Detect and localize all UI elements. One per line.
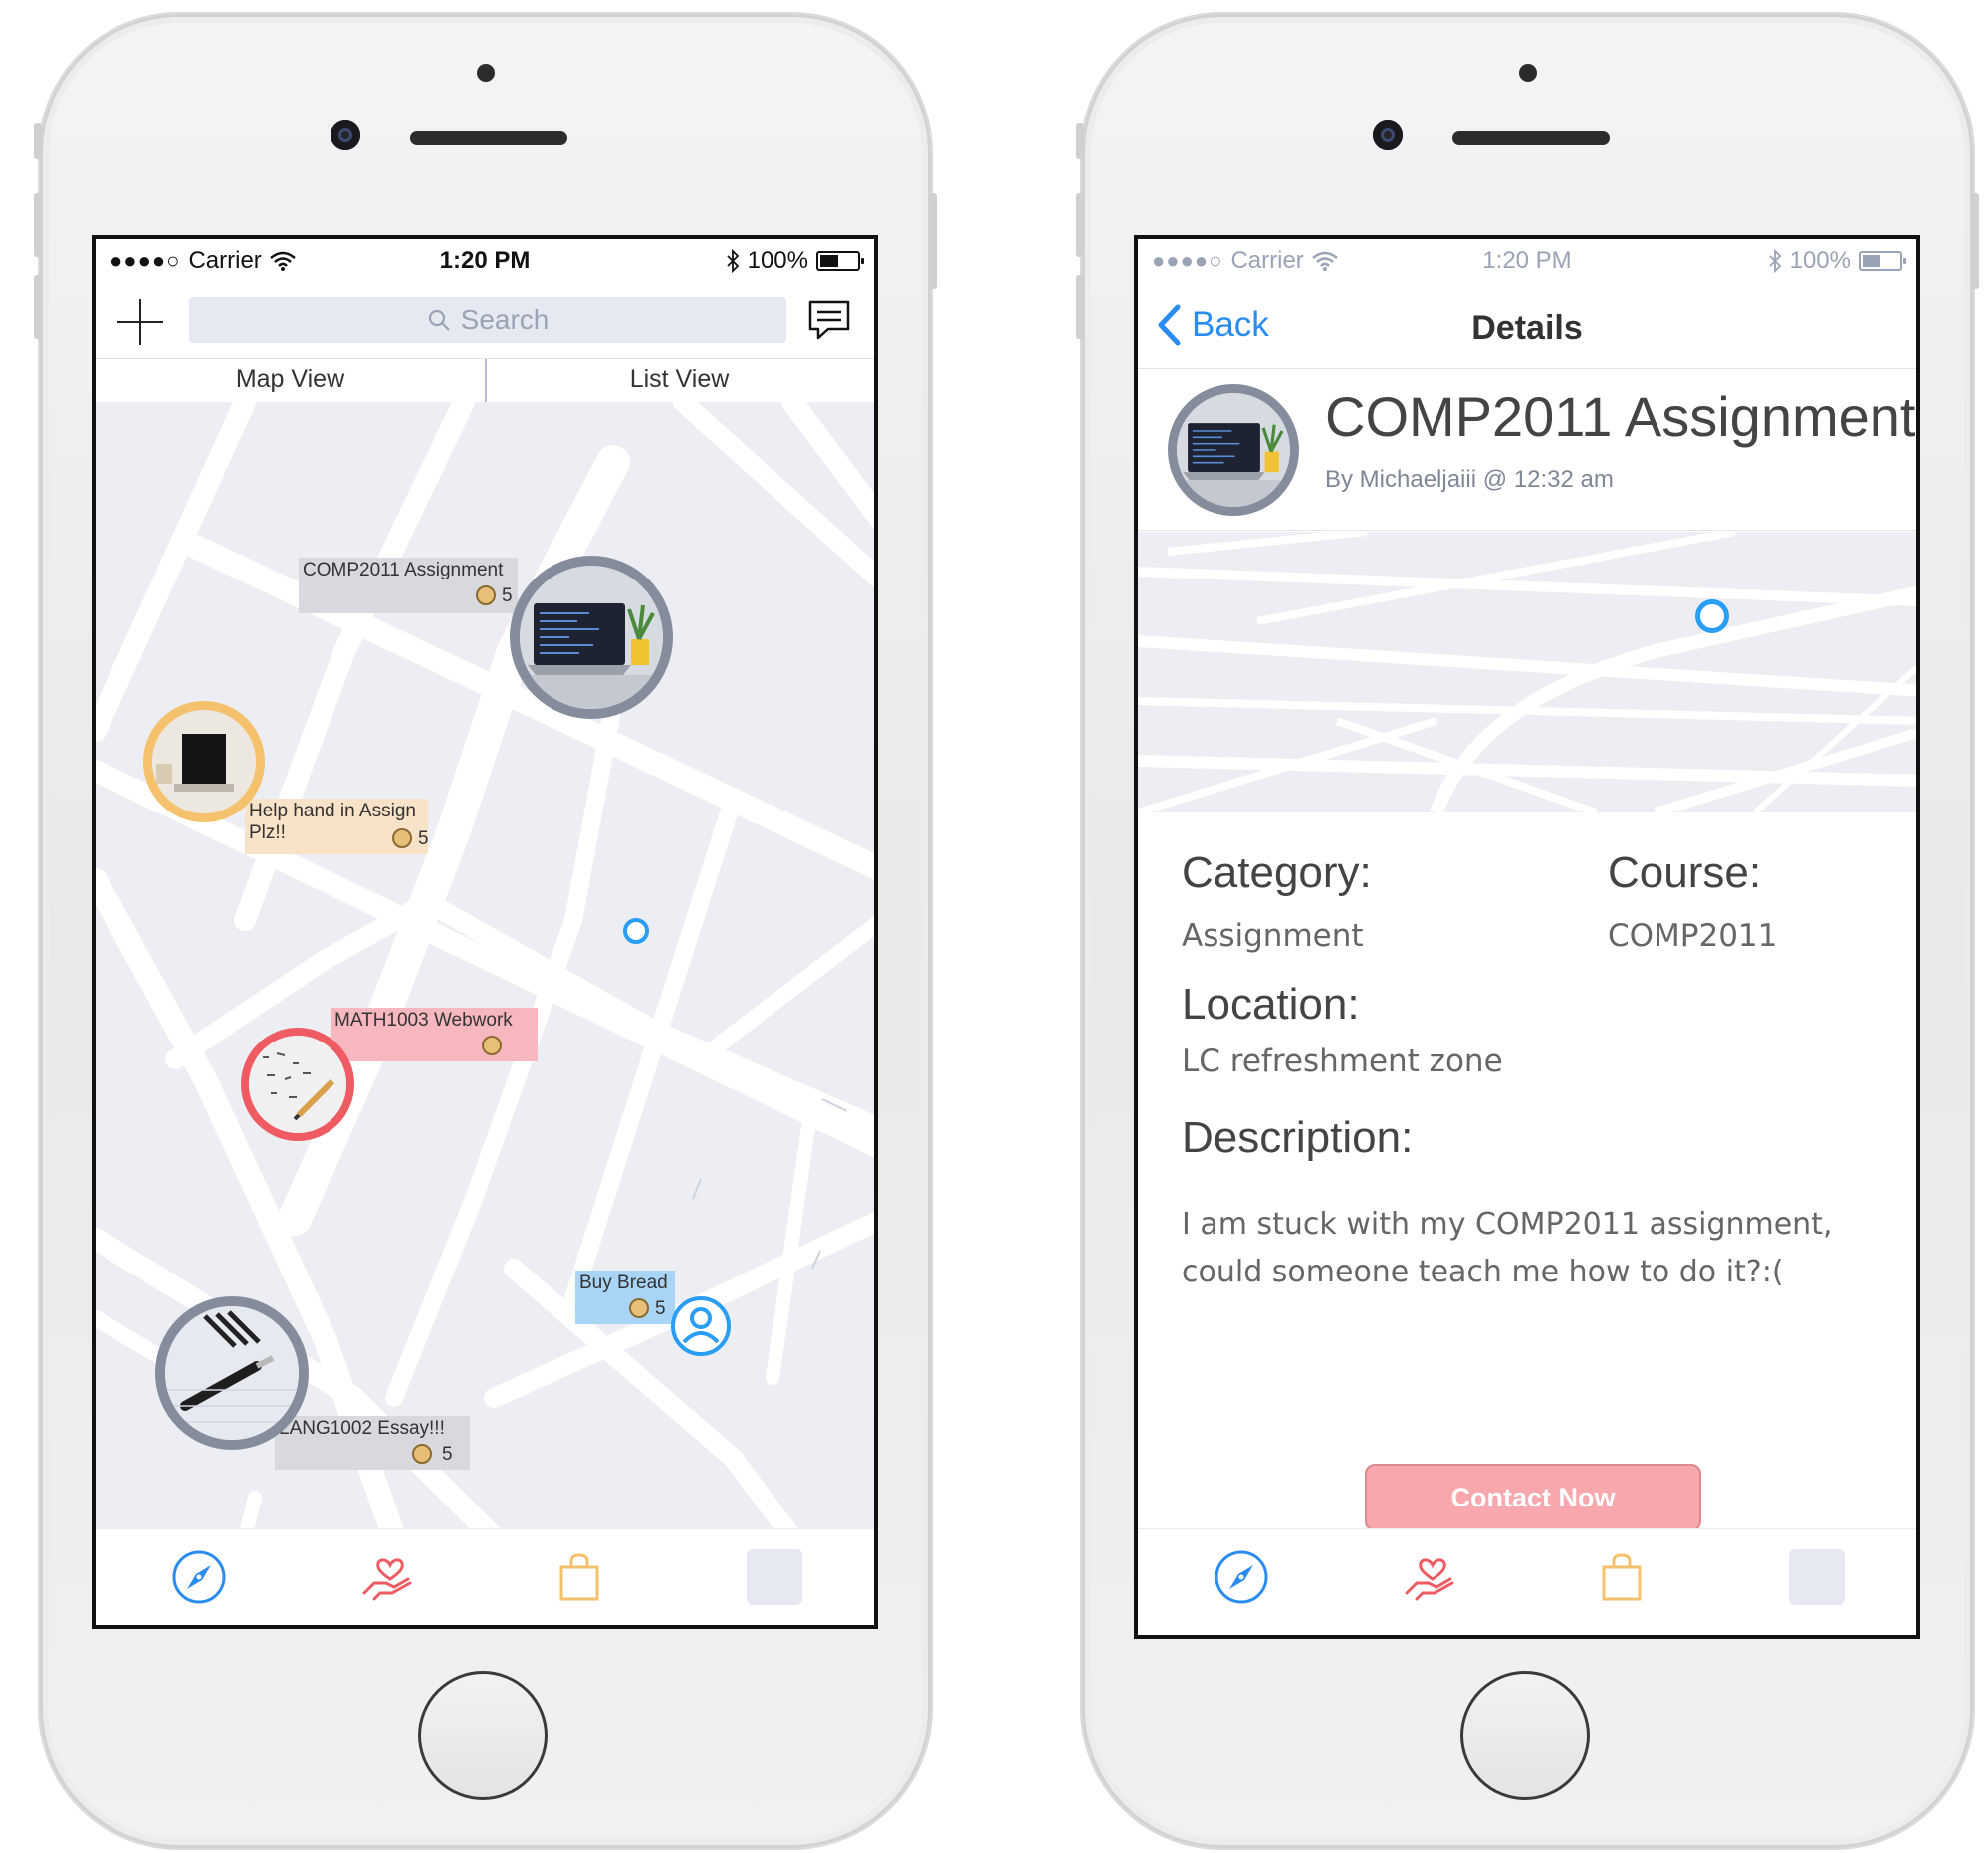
laptop-photo-icon	[520, 566, 663, 709]
page-title: Details	[1471, 309, 1583, 347]
post-avatar	[1168, 384, 1299, 516]
coin-icon	[629, 1298, 649, 1318]
post-avatar-comp2011[interactable]	[510, 556, 673, 719]
search-placeholder: Search	[460, 304, 550, 335]
pin-title: Help hand in Assign Plz!!	[249, 801, 416, 843]
pin-points: 5	[502, 585, 513, 606]
notebook-pen-photo-icon	[165, 1306, 299, 1440]
coin-icon	[392, 828, 412, 848]
map-pin-label[interactable]: Help hand in Assign Plz!! 5	[245, 799, 429, 854]
category-value: Assignment	[1182, 918, 1364, 954]
volume-down-button	[1076, 275, 1084, 339]
location-marker	[1695, 599, 1729, 633]
map-pin-label[interactable]: Buy Bread 5	[575, 1271, 675, 1324]
post-avatar-lang1002[interactable]	[155, 1296, 309, 1450]
description-value: I am stuck with my COMP2011 assignment, …	[1182, 1207, 1833, 1289]
shopping-bag-icon[interactable]	[1594, 1549, 1650, 1605]
coin-icon	[482, 1036, 502, 1055]
details-screen: ●●●●○ Carrier 1:20 PM 100% Back Details	[1134, 235, 1920, 1639]
course-label: Course:	[1608, 848, 1762, 897]
search-icon	[428, 309, 450, 331]
earpiece-speaker	[410, 131, 567, 145]
map-pin-label[interactable]: MATH1003 Webwork	[331, 1008, 538, 1061]
home-button[interactable]	[418, 1671, 548, 1800]
description-label: Description:	[1182, 1113, 1414, 1162]
location-value: LC refreshment zone	[1182, 1043, 1503, 1079]
map-roads	[1138, 532, 1916, 812]
post-avatar-math1003[interactable]	[241, 1028, 354, 1141]
proximity-sensor	[477, 64, 495, 82]
coin-icon	[476, 585, 496, 605]
status-bar: ●●●●○ Carrier 1:20 PM 100%	[96, 239, 874, 283]
compass-icon[interactable]	[1214, 1549, 1269, 1605]
add-post-icon[interactable]	[117, 299, 163, 345]
battery-percent: 100%	[1789, 247, 1851, 274]
phone-photo-icon	[152, 710, 256, 813]
map-pin-label[interactable]: COMP2011 Assignment 5	[299, 558, 518, 613]
pin-points: 5	[442, 1444, 453, 1465]
map-screen: ●●●●○ Carrier 1:20 PM 100% Search Map Vi…	[92, 235, 878, 1629]
pin-title: MATH1003 Webwork	[334, 1010, 513, 1031]
tab-list-view[interactable]: List View	[485, 365, 874, 394]
battery-percent: 100%	[747, 247, 808, 274]
post-meta: By Michaeljaiii @ 12:32 am	[1325, 466, 1614, 493]
front-camera	[1373, 120, 1403, 150]
course-value: COMP2011	[1608, 918, 1778, 954]
chat-icon[interactable]	[806, 297, 852, 343]
shopping-bag-icon[interactable]	[552, 1549, 607, 1605]
map-toolbar: Search	[96, 289, 874, 352]
search-input[interactable]: Search	[189, 297, 786, 343]
volume-up-button	[34, 193, 42, 257]
coin-icon	[412, 1444, 432, 1464]
heart-hand-icon[interactable]	[360, 1549, 416, 1605]
mute-switch	[1076, 123, 1084, 159]
view-tabs: Map View List View	[96, 358, 874, 403]
pin-title: Buy Bread	[579, 1273, 668, 1293]
map-canvas[interactable]: COMP2011 Assignment 5 Help hand in Assig…	[96, 402, 874, 1537]
tab-map-view[interactable]: Map View	[96, 365, 485, 394]
pin-points: 5	[655, 1298, 666, 1319]
pin-points: 5	[418, 828, 429, 849]
volume-up-button	[1076, 193, 1084, 257]
laptop-photo-icon	[1177, 393, 1290, 507]
post-title: COMP2011 Assignment	[1325, 385, 1916, 448]
bluetooth-icon	[726, 249, 739, 273]
profile-placeholder-icon[interactable]	[747, 1549, 802, 1605]
mute-switch	[34, 123, 42, 159]
location-map[interactable]	[1138, 532, 1916, 812]
volume-down-button	[34, 275, 42, 339]
battery-icon	[816, 251, 864, 271]
compass-icon[interactable]	[171, 1549, 227, 1605]
profile-placeholder-icon[interactable]	[1789, 1549, 1845, 1605]
bottom-tab-bar	[96, 1528, 874, 1625]
contact-now-button[interactable]: Contact Now	[1365, 1464, 1701, 1531]
proximity-sensor	[1519, 64, 1537, 82]
paper-photo-icon	[249, 1036, 346, 1133]
power-button	[1971, 193, 1979, 289]
map-pin-label[interactable]: LANG1002 Essay!!! 5	[275, 1416, 470, 1470]
status-bar: ●●●●○ Carrier 1:20 PM 100%	[1138, 239, 1916, 283]
pin-title: COMP2011 Assignment	[303, 560, 504, 580]
bottom-tab-bar	[1138, 1528, 1916, 1635]
bluetooth-icon	[1768, 249, 1781, 273]
home-button[interactable]	[1460, 1671, 1590, 1800]
post-avatar-help-hand[interactable]	[143, 701, 265, 822]
navigation-bar: Back Details	[1138, 289, 1916, 369]
pin-title: LANG1002 Essay!!!	[279, 1418, 445, 1439]
power-button	[929, 193, 937, 289]
user-location-icon[interactable]	[669, 1294, 733, 1358]
phone-frame-map: ●●●●○ Carrier 1:20 PM 100% Search Map Vi…	[34, 14, 937, 1848]
location-label: Location:	[1182, 980, 1360, 1029]
earpiece-speaker	[1452, 131, 1610, 145]
post-header: COMP2011 Assignment By Michaeljaiii @ 12…	[1138, 370, 1916, 531]
category-label: Category:	[1182, 848, 1372, 897]
current-location-marker	[623, 918, 649, 944]
phone-frame-details: ●●●●○ Carrier 1:20 PM 100% Back Details	[1076, 14, 1979, 1848]
battery-icon	[1859, 251, 1906, 271]
front-camera	[331, 120, 360, 150]
heart-hand-icon[interactable]	[1403, 1549, 1458, 1605]
